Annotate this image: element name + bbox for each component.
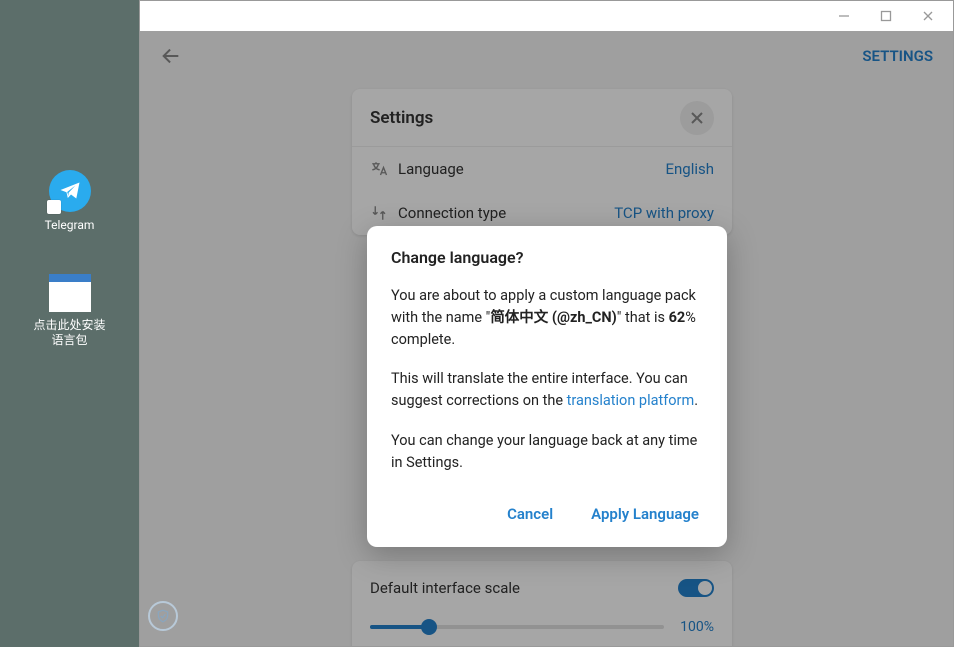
- shield-badge[interactable]: [148, 601, 178, 631]
- dialog-title: Change language?: [391, 248, 703, 267]
- window-titlebar: [140, 1, 953, 31]
- dialog-p2: This will translate the entire interface…: [391, 368, 703, 412]
- dialog-p3: You can change your language back at any…: [391, 430, 703, 474]
- lang-pack-label: 点击此处安装 语言包: [33, 318, 105, 349]
- minimize-button[interactable]: [823, 2, 865, 30]
- dialog-p1: You are about to apply a custom language…: [391, 285, 703, 350]
- desktop-sidebar: Telegram 点击此处安装 语言包: [0, 0, 139, 647]
- lang-pack-shortcut[interactable]: 点击此处安装 语言包: [30, 274, 110, 349]
- telegram-icon: [49, 170, 91, 212]
- translation-platform-link[interactable]: translation platform: [567, 392, 695, 409]
- change-language-dialog: Change language? You are about to apply …: [367, 226, 727, 547]
- telegram-window: SETTINGS Settings Language English: [139, 0, 954, 647]
- telegram-label: Telegram: [45, 218, 95, 234]
- cancel-button[interactable]: Cancel: [503, 497, 557, 531]
- dialog-body: You are about to apply a custom language…: [391, 285, 703, 473]
- telegram-shortcut[interactable]: Telegram: [30, 170, 110, 234]
- dialog-actions: Cancel Apply Language: [391, 493, 703, 531]
- close-button[interactable]: [907, 2, 949, 30]
- apply-language-button[interactable]: Apply Language: [587, 497, 703, 531]
- file-icon: [49, 274, 91, 312]
- app-content: SETTINGS Settings Language English: [140, 31, 953, 646]
- maximize-button[interactable]: [865, 2, 907, 30]
